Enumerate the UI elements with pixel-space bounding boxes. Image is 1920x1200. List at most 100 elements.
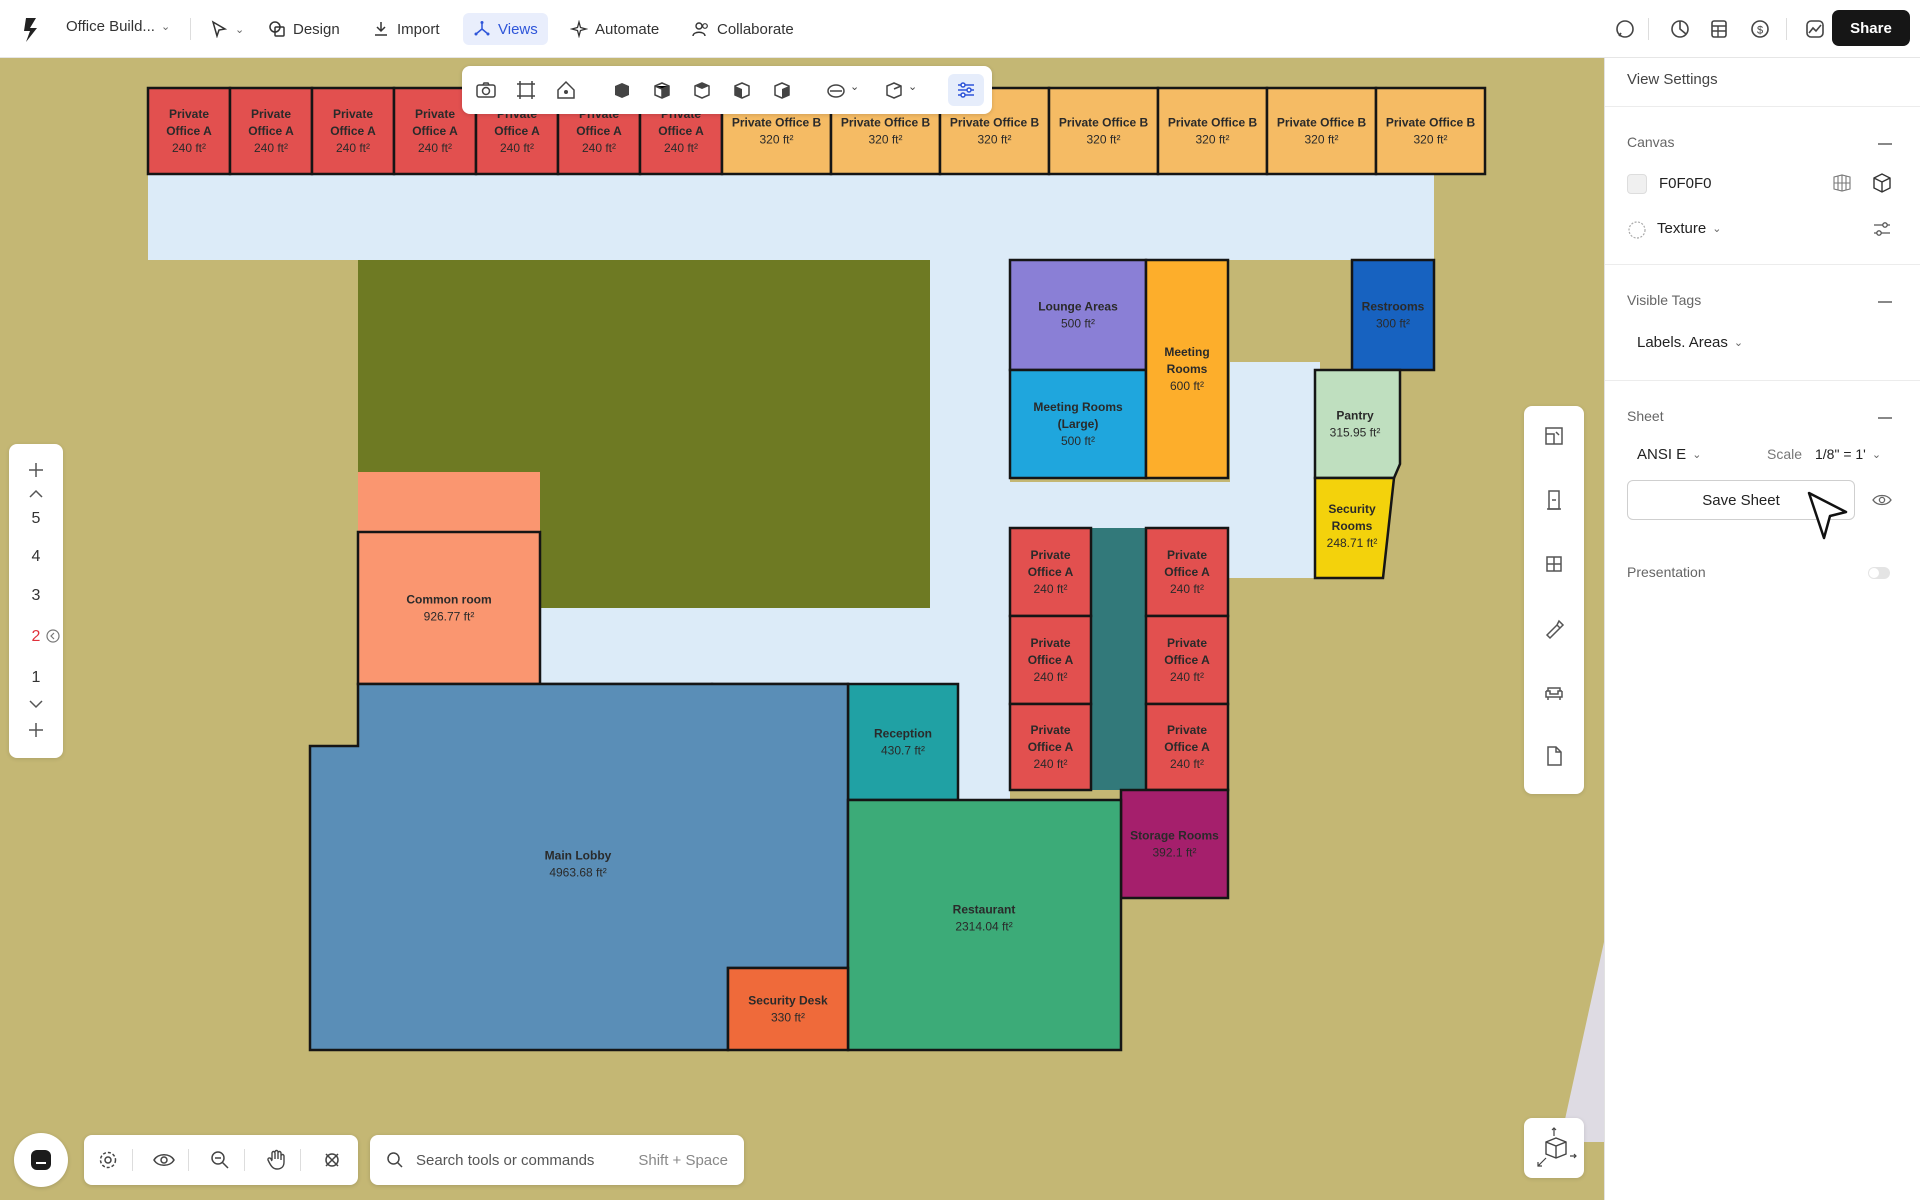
snap-icon[interactable] xyxy=(320,1148,344,1172)
chevron-down-icon[interactable]: ⌄ xyxy=(908,80,917,93)
room-private-office-b[interactable]: Private Office B 320 ft² xyxy=(1374,86,1487,176)
texture-dropdown[interactable]: Texture ⌄ xyxy=(1657,220,1721,237)
presentation-toggle[interactable] xyxy=(1868,567,1890,579)
cube-left-icon[interactable] xyxy=(730,78,754,102)
nav-automate[interactable]: Automate xyxy=(560,13,669,45)
room-lounge-areas[interactable]: Lounge Areas 500 ft² xyxy=(1008,258,1148,372)
room-shape[interactable] xyxy=(1350,258,1436,372)
room-private-office-a[interactable]: Private Office A 240 ft² xyxy=(1008,702,1093,792)
floor-4[interactable]: 4 xyxy=(9,548,63,566)
room-private-office-b[interactable]: Private Office B 320 ft² xyxy=(1156,86,1269,176)
project-name-dropdown[interactable]: Office Build... ⌄ xyxy=(66,18,170,35)
canvas-color-swatch[interactable] xyxy=(1627,174,1647,194)
room-private-office-a[interactable]: Private Office A 240 ft² xyxy=(1008,526,1093,618)
app-logo-icon[interactable] xyxy=(20,16,42,44)
command-search[interactable]: Search tools or commands Shift + Space xyxy=(370,1135,744,1185)
floor-1[interactable]: 1 xyxy=(9,669,63,687)
room-shape[interactable] xyxy=(1156,86,1269,176)
grid-view-icon[interactable] xyxy=(1831,172,1853,194)
floor-5[interactable]: 5 xyxy=(9,510,63,528)
zoom-icon[interactable] xyxy=(208,1148,232,1172)
nav-views[interactable]: Views xyxy=(463,13,548,45)
cube-front-icon[interactable] xyxy=(610,78,634,102)
collapse-sheet-icon[interactable] xyxy=(1878,417,1892,419)
room-shape[interactable] xyxy=(1008,258,1148,372)
room-pantry[interactable]: Pantry 315.95 ft² xyxy=(1313,368,1402,480)
room-private-office-a[interactable]: Private Office A 240 ft² xyxy=(1144,614,1230,706)
room-shape[interactable] xyxy=(1265,86,1378,176)
cube-icon[interactable] xyxy=(1871,172,1893,194)
room-private-office-a[interactable]: Private Office A 240 ft² xyxy=(146,86,232,176)
room-private-office-b[interactable]: Private Office B 320 ft² xyxy=(1265,86,1378,176)
room-private-office-a[interactable]: Private Office A 240 ft² xyxy=(228,86,314,176)
comment-icon[interactable] xyxy=(1613,17,1637,41)
assistant-button[interactable] xyxy=(14,1133,68,1187)
visible-tags-dropdown[interactable]: Labels. Areas ⌄ xyxy=(1637,334,1743,351)
eye-icon[interactable] xyxy=(1871,489,1893,511)
sheet-size-dropdown[interactable]: ANSI E ⌄ xyxy=(1637,446,1701,463)
cube-side-icon[interactable] xyxy=(650,78,674,102)
room-shape[interactable] xyxy=(726,966,850,1052)
room-security-desk[interactable]: Security Desk 330 ft² xyxy=(726,966,850,1052)
room-storage-rooms[interactable]: Storage Rooms 392.1 ft² xyxy=(1119,788,1230,900)
chevron-down-icon[interactable]: ⌄ xyxy=(850,80,859,93)
nav-collaborate[interactable]: Collaborate xyxy=(682,13,804,45)
chevron-down-icon[interactable] xyxy=(26,698,46,710)
floor-plan[interactable]: Private Office A 240 ft² Private Office A 240… xyxy=(0,58,1604,1200)
object-style-icon[interactable] xyxy=(882,78,906,102)
room-private-office-a[interactable]: Private Office A 240 ft² xyxy=(1144,526,1230,618)
analytics-icon[interactable] xyxy=(1803,17,1827,41)
home-view-icon[interactable] xyxy=(554,78,578,102)
room-shape[interactable] xyxy=(1119,788,1230,900)
render-style-icon[interactable] xyxy=(824,78,848,102)
gear-icon[interactable] xyxy=(96,1148,120,1172)
room-restrooms[interactable]: Restrooms 300 ft² xyxy=(1350,258,1436,372)
view-settings-button[interactable] xyxy=(948,74,984,106)
spreadsheet-icon[interactable] xyxy=(1707,17,1731,41)
room-private-office-a[interactable]: Private Office A 240 ft² xyxy=(1144,702,1230,792)
add-floor-below-icon[interactable] xyxy=(26,720,46,740)
frame-icon[interactable] xyxy=(514,78,538,102)
view-cube-button[interactable] xyxy=(1524,1118,1584,1178)
floor-3[interactable]: 3 xyxy=(9,587,63,605)
document-icon[interactable] xyxy=(1542,744,1566,768)
select-tool-dropdown[interactable]: ⌄ xyxy=(200,13,254,45)
room-shape[interactable] xyxy=(846,682,960,802)
door-icon[interactable] xyxy=(1542,488,1566,512)
room-meeting-rooms[interactable]: Meeting Rooms 600 ft² xyxy=(1144,258,1230,480)
hand-pan-icon[interactable] xyxy=(264,1148,288,1172)
room-private-office-b[interactable]: Private Office B 320 ft² xyxy=(1047,86,1160,176)
cube-right-icon[interactable] xyxy=(770,78,794,102)
room-restaurant[interactable]: Restaurant 2314.04 ft² xyxy=(846,798,1123,1052)
collapse-tags-icon[interactable] xyxy=(1878,301,1892,303)
collapse-canvas-icon[interactable] xyxy=(1878,143,1892,145)
room-security-rooms[interactable]: Security Rooms 248.71 ft² xyxy=(1313,476,1396,580)
canvas-color-value[interactable]: F0F0F0 xyxy=(1659,175,1712,192)
dollar-icon[interactable]: $ xyxy=(1748,17,1772,41)
room-meeting-rooms-large[interactable]: Meeting Rooms (Large) 500 ft² xyxy=(1008,368,1148,480)
furniture-sofa-icon[interactable] xyxy=(1542,680,1566,704)
room-icon[interactable] xyxy=(1542,424,1566,448)
room-private-office-a[interactable]: Private Office A 240 ft² xyxy=(1008,614,1093,706)
share-button[interactable]: Share xyxy=(1832,10,1910,46)
scale-dropdown[interactable]: 1/8" = 1' ⌄ xyxy=(1815,446,1881,462)
room-private-office-a[interactable]: Private Office A 240 ft² xyxy=(310,86,396,176)
nav-import[interactable]: Import xyxy=(362,13,450,45)
add-floor-above-icon[interactable] xyxy=(26,460,46,480)
material-brush-icon[interactable] xyxy=(1542,616,1566,640)
chevron-up-icon[interactable] xyxy=(26,488,46,500)
pie-chart-icon[interactable] xyxy=(1668,17,1692,41)
room-shape[interactable] xyxy=(1374,86,1487,176)
room-shape[interactable] xyxy=(1313,368,1402,480)
room-common-room[interactable]: Common room 926.77 ft² xyxy=(356,530,542,686)
nav-design[interactable]: Design xyxy=(258,13,350,45)
floor-plan-canvas[interactable]: Private Office A 240 ft² Private Office A 240… xyxy=(0,58,1604,1200)
room-shape[interactable] xyxy=(1047,86,1160,176)
room-reception[interactable]: Reception 430.7 ft² xyxy=(846,682,960,802)
eye-icon[interactable] xyxy=(152,1148,176,1172)
cube-top-icon[interactable] xyxy=(690,78,714,102)
sliders-icon[interactable] xyxy=(1871,218,1893,240)
room-shape[interactable] xyxy=(356,530,542,686)
window-icon[interactable] xyxy=(1542,552,1566,576)
camera-icon[interactable] xyxy=(474,78,498,102)
